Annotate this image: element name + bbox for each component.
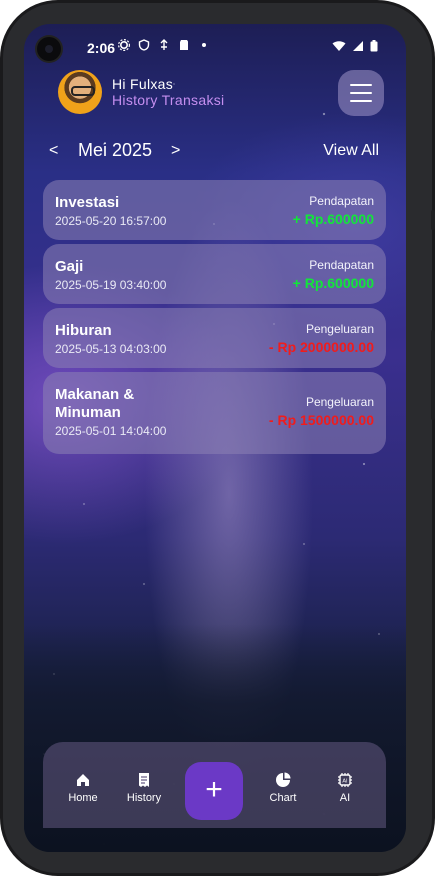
home-icon [77,774,89,786]
transaction-card[interactable]: Investasi 2025-05-20 16:57:00 Pendapatan… [43,180,386,240]
signal-icon [353,41,363,51]
transaction-type: Pendapatan [309,194,374,208]
add-transaction-button[interactable]: + [185,762,243,820]
transaction-type: Pengeluaran [305,322,374,336]
prev-month-button[interactable]: < [49,142,58,160]
pie-chart-icon [276,772,291,787]
transaction-amount: - Rp 1500000.00 [268,412,374,428]
settings-icon [118,39,130,51]
volume-button [431,330,435,420]
status-bar: 2:06 [24,36,406,62]
power-button [431,210,435,230]
nav-ai[interactable]: AI AI [317,772,373,804]
battery-icon [370,40,378,52]
sd-card-icon [180,40,188,50]
transaction-amount: + Rp.600000 [292,275,374,291]
notification-dot-icon [202,43,206,47]
greeting-text: Hi Fulxas [112,76,174,92]
battery-saver-icon [160,39,168,50]
transaction-card[interactable]: Makanan & Minuman 2025-05-01 14:04:00 Pe… [43,372,386,454]
ai-chip-icon: AI [338,773,352,787]
transaction-amount: + Rp.600000 [292,211,374,227]
nav-home-label: Home [68,792,98,804]
avatar[interactable] [58,70,102,114]
transaction-date: 2025-05-01 14:04:00 [55,424,167,438]
transaction-date: 2025-05-13 04:03:00 [55,342,167,356]
page-subtitle: History Transaksi [112,92,225,108]
current-month: Mei 2025 [78,140,153,160]
nav-chart[interactable]: Chart [255,772,311,804]
transaction-title: Hiburan [55,322,112,339]
transaction-title: Gaji [55,258,84,275]
transaction-card[interactable]: Hiburan 2025-05-13 04:03:00 Pengeluaran … [43,308,386,368]
hamburger-line [350,100,372,102]
transaction-amount: - Rp 2000000.00 [268,339,374,355]
receipt-icon [139,773,149,787]
transaction-card[interactable]: Gaji 2025-05-19 03:40:00 Pendapatan + Rp… [43,244,386,304]
transaction-date: 2025-05-20 16:57:00 [55,214,167,228]
transaction-title: Investasi [55,194,120,211]
view-all-link[interactable]: View All [323,142,379,160]
nav-chart-label: Chart [269,792,297,804]
nav-history-label: History [126,792,162,804]
nav-ai-label: AI [339,792,351,804]
menu-button[interactable] [338,70,384,116]
wifi-icon [332,41,346,51]
next-month-button[interactable]: > [171,142,180,160]
camera-icon [37,37,61,61]
nav-home[interactable]: Home [55,772,111,804]
month-navigation: < Mei 2025 > View All [24,140,406,164]
transaction-type: Pendapatan [309,258,374,272]
bottom-navigation: Home History + Chart AI AI [43,742,386,828]
hamburger-line [350,92,372,94]
transaction-title: Makanan & Minuman [55,386,135,421]
hamburger-icon [350,84,372,86]
nav-history[interactable]: History [116,772,172,804]
transaction-list: Investasi 2025-05-20 16:57:00 Pendapatan… [43,180,386,458]
status-time: 2:06 [87,40,116,56]
shield-icon [138,39,150,51]
transaction-date: 2025-05-19 03:40:00 [55,278,167,292]
svg-text:AI: AI [342,779,348,785]
header: Hi Fulxas History Transaksi [58,70,384,116]
transaction-type: Pengeluaran [305,395,374,409]
